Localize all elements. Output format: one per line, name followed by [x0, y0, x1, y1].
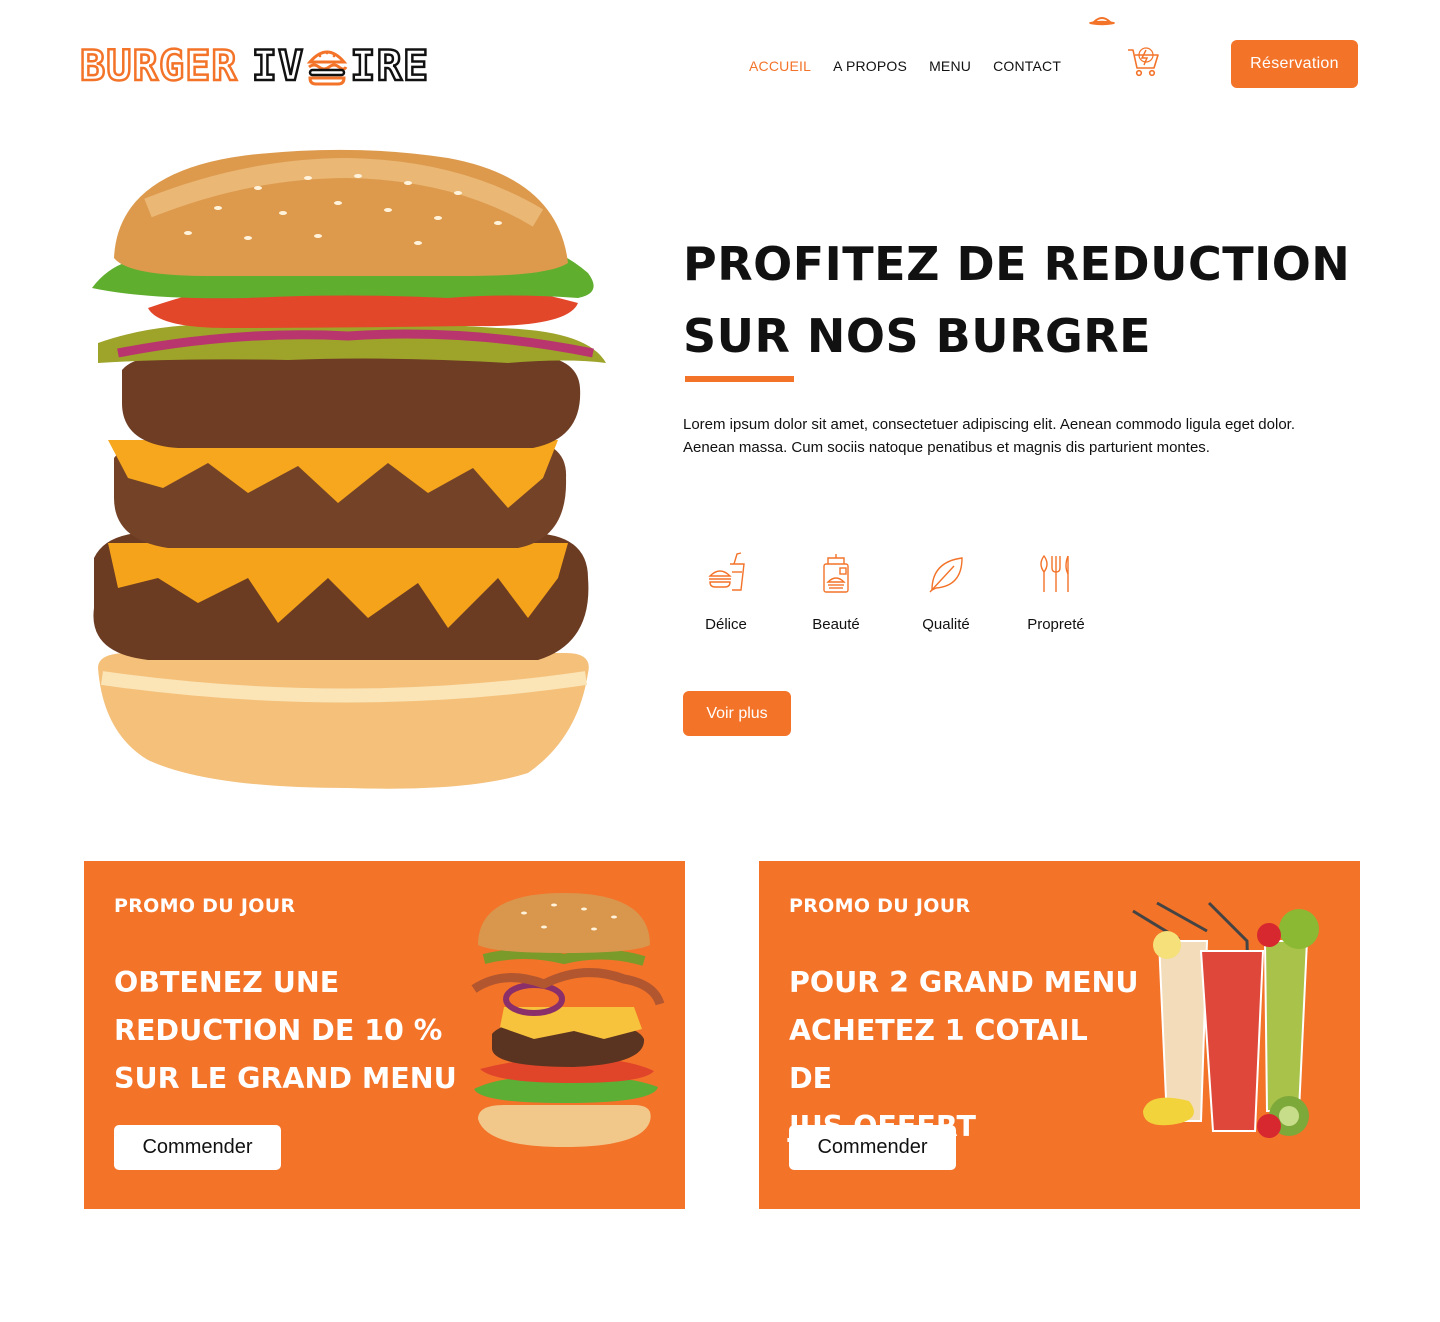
- feature-label-proprete: Propreté: [1027, 616, 1085, 633]
- cloche-icon: [1089, 17, 1115, 26]
- feature-proprete: Propreté: [1001, 552, 1111, 633]
- nav-item-a-propos[interactable]: A PROPOS: [833, 58, 907, 74]
- logo-word-ivoire-start: IV: [250, 41, 305, 90]
- hero-title-line-2: SUR NOS BURGRE: [683, 309, 1152, 363]
- logo-word-ivoire-end: IRE: [349, 41, 430, 90]
- promo-card-juice: PROMO DU JOUR POUR 2 GRAND MENU ACHETEZ …: [759, 861, 1360, 1209]
- packaged-food-icon: [823, 554, 849, 593]
- cart-icon[interactable]: [1126, 46, 1160, 78]
- site-logo[interactable]: BURGER IV IRE: [79, 41, 430, 90]
- hero-title: PROFITEZ DE REDUCTION SUR NOS BURGRE: [683, 228, 1383, 372]
- feature-label-delice: Délice: [705, 616, 747, 633]
- promo-title-line: POUR 2 GRAND MENU: [789, 966, 1139, 999]
- promo-title-line: SUR LE GRAND MENU: [114, 1062, 457, 1095]
- features-list: Délice Beauté Qualité Propreté: [671, 552, 1111, 633]
- promo-title: OBTENEZ UNE REDUCTION DE 10 % SUR LE GRA…: [114, 959, 464, 1103]
- promo-burger-image: [471, 893, 665, 1147]
- nav-item-menu[interactable]: MENU: [929, 58, 971, 74]
- feature-label-qualite: Qualité: [922, 616, 970, 633]
- logo-burger-icon: [307, 50, 348, 86]
- leaf-icon: [929, 557, 963, 593]
- feature-beaute: Beauté: [781, 552, 891, 633]
- promo-title-line: ACHETEZ 1 COTAIL DE: [789, 1014, 1088, 1095]
- promo-card-burger: PROMO DU JOUR OBTENEZ UNE REDUCTION DE 1…: [84, 861, 685, 1209]
- main-nav: ACCUEIL A PROPOS MENU CONTACT: [749, 58, 1083, 74]
- promo-label: PROMO DU JOUR: [114, 895, 296, 917]
- promo-title-line: OBTENEZ UNE: [114, 966, 340, 999]
- feature-label-beaute: Beauté: [812, 616, 860, 633]
- hero-description: Lorem ipsum dolor sit amet, consectetuer…: [683, 416, 1296, 456]
- voir-plus-button[interactable]: Voir plus: [683, 691, 791, 736]
- nav-item-accueil[interactable]: ACCUEIL: [749, 58, 811, 74]
- cutlery-icon: [1040, 554, 1069, 592]
- logo-word-burger: BURGER: [79, 41, 238, 90]
- feature-qualite: Qualité: [891, 552, 1001, 633]
- commander-button[interactable]: Commender: [114, 1125, 281, 1170]
- fast-food-icon: [708, 552, 745, 591]
- commander-button[interactable]: Commender: [789, 1125, 956, 1170]
- nav-item-contact[interactable]: CONTACT: [993, 58, 1061, 74]
- hero-title-line-1: PROFITEZ DE REDUCTION: [683, 237, 1351, 291]
- promo-title-line: REDUCTION DE 10 %: [114, 1014, 443, 1047]
- reservation-button[interactable]: Réservation: [1231, 40, 1358, 88]
- promo-title: POUR 2 GRAND MENU ACHETEZ 1 COTAIL DE JU…: [789, 959, 1139, 1151]
- promo-juice-image: [1132, 901, 1319, 1138]
- promo-label: PROMO DU JOUR: [789, 895, 971, 917]
- feature-delice: Délice: [671, 552, 781, 633]
- title-underline: [685, 376, 794, 382]
- hero-burger-image: [92, 149, 606, 789]
